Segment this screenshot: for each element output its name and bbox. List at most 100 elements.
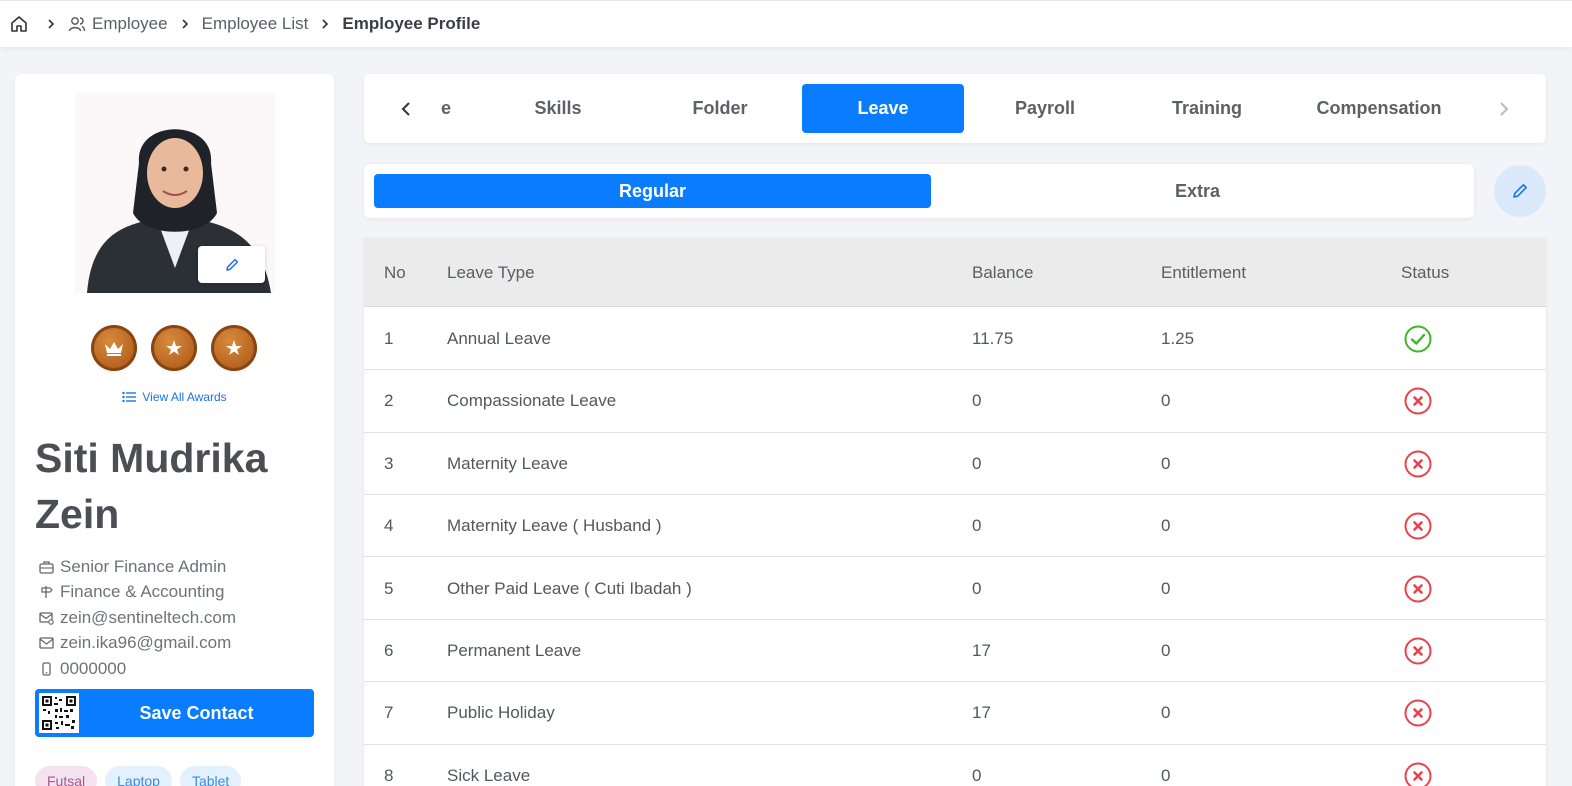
work-email-row: zein@sentineltech.com [39, 605, 236, 631]
cell-leave-type: Permanent Leave [447, 641, 582, 660]
table-row[interactable]: 8 Sick Leave 0 0 [364, 745, 1546, 786]
subtab-extra[interactable]: Extra [931, 174, 1464, 208]
job-title: Senior Finance Admin [60, 556, 227, 576]
edit-leave-button[interactable] [1494, 165, 1546, 217]
x-circle-icon [1404, 495, 1432, 557]
personal-email[interactable]: zein.ika96@gmail.com [60, 633, 231, 653]
tab-leave[interactable]: Leave [802, 84, 964, 133]
leave-table: No Leave Type Balance Entitlement Status… [364, 238, 1546, 786]
awards-list [91, 325, 257, 371]
table-row[interactable]: 1 Annual Leave 11.75 1.25 [364, 308, 1546, 371]
table-header: No Leave Type Balance Entitlement Status [364, 238, 1546, 307]
column-header-status: Status [1401, 262, 1450, 282]
mail-icon [39, 637, 54, 649]
mail-cog-icon [39, 612, 54, 625]
cell-entitlement: 0 [1161, 391, 1171, 411]
cell-balance: 17 [972, 641, 991, 660]
table-row[interactable]: 2 Compassionate Leave 0 0 [364, 370, 1546, 433]
cell-entitlement: 0 [1161, 578, 1171, 598]
column-header-leave-type: Leave Type [447, 262, 535, 282]
cell-leave-type: Compassionate Leave [447, 391, 617, 411]
pencil-icon [225, 258, 238, 271]
tabs-prev-button[interactable] [394, 97, 418, 121]
users-icon [68, 15, 86, 33]
cell-no: 6 [384, 641, 394, 660]
cell-entitlement: 0 [1161, 453, 1171, 473]
top-bar: Employee Employee List Employee Profile [0, 0, 1572, 47]
crown-icon [105, 342, 123, 356]
cell-balance: 11.75 [972, 329, 1014, 348]
cell-entitlement: 0 [1161, 641, 1171, 660]
breadcrumb: Employee Employee List Employee Profile [10, 13, 480, 35]
tab-payroll[interactable]: Payroll [964, 84, 1126, 133]
chevron-right-icon [46, 18, 56, 30]
save-contact-button[interactable]: Save Contact [35, 689, 314, 737]
subtab-regular[interactable]: Regular [374, 174, 931, 208]
cell-leave-type: Other Paid Leave ( Cuti Ibadah ) [447, 578, 692, 598]
signpost-icon [41, 586, 53, 599]
work-email[interactable]: zein@sentineltech.com [60, 608, 236, 628]
tag-chip[interactable]: Laptop [105, 766, 172, 786]
cell-no: 4 [384, 516, 394, 536]
chevron-right-icon [180, 18, 190, 30]
cell-leave-type: Public Holiday [447, 703, 555, 723]
tag-chip[interactable]: Tablet [179, 766, 242, 786]
cell-balance: 0 [972, 765, 982, 785]
tabs-next-button[interactable] [1492, 97, 1516, 121]
tab-compensation[interactable]: Compensation [1294, 84, 1464, 133]
cell-leave-type: Maternity Leave ( Husband ) [447, 516, 662, 536]
tab-folder[interactable]: Folder [640, 84, 800, 133]
department-row: Finance & Accounting [39, 580, 236, 606]
cell-balance: 0 [972, 453, 982, 473]
column-header-entitlement: Entitlement [1161, 262, 1247, 282]
job-title-row: Senior Finance Admin [39, 554, 236, 580]
view-all-awards-link[interactable]: View All Awards [15, 390, 334, 404]
employee-name: Siti Mudrika Zein [35, 435, 268, 537]
award-badge[interactable] [211, 325, 257, 371]
phone-icon [42, 662, 51, 676]
edit-photo-button[interactable] [198, 246, 265, 283]
home-icon[interactable] [10, 15, 28, 33]
cell-no: 8 [384, 765, 394, 785]
x-circle-icon [1404, 558, 1432, 620]
phone-row: 0000000 [39, 656, 236, 682]
tag-chip[interactable]: Futsal [35, 766, 98, 786]
cell-leave-type: Sick Leave [447, 765, 531, 785]
tab-skills[interactable]: Skills [478, 84, 638, 133]
x-circle-icon [1404, 433, 1432, 495]
cell-leave-type: Maternity Leave [447, 453, 568, 473]
breadcrumb-employee[interactable]: Employee [92, 14, 168, 34]
column-header-no: No [384, 262, 406, 282]
chevron-right-icon [320, 18, 330, 30]
table-row[interactable]: 5 Other Paid Leave ( Cuti Ibadah ) 0 0 [364, 558, 1546, 620]
pencil-icon [1513, 184, 1527, 198]
x-circle-icon [1404, 745, 1432, 786]
table-row[interactable]: 4 Maternity Leave ( Husband ) 0 0 [364, 495, 1546, 558]
x-circle-icon [1404, 370, 1432, 432]
tag-list: Futsal Laptop Tablet [35, 766, 242, 786]
cell-balance: 0 [972, 391, 982, 411]
cell-no: 7 [384, 703, 394, 723]
table-row[interactable]: 3 Maternity Leave 0 0 [364, 433, 1546, 496]
check-circle-icon [1404, 308, 1432, 370]
chevron-right-icon [1500, 102, 1509, 116]
table-row[interactable]: 7 Public Holiday 17 0 [364, 682, 1546, 745]
tab-training[interactable]: Training [1126, 84, 1288, 133]
tab-truncated[interactable]: e [436, 84, 456, 133]
cell-entitlement: 1.25 [1161, 329, 1195, 348]
award-badge[interactable] [91, 325, 137, 371]
view-all-awards-label: View All Awards [142, 390, 227, 404]
list-icon [122, 391, 137, 403]
cell-no: 1 [384, 329, 394, 348]
chevron-left-icon [401, 102, 410, 116]
cell-entitlement: 0 [1161, 703, 1171, 723]
phone-number[interactable]: 0000000 [60, 659, 126, 679]
breadcrumb-employee-list[interactable]: Employee List [202, 14, 309, 34]
personal-email-row: zein.ika96@gmail.com [39, 631, 236, 657]
cell-entitlement: 0 [1161, 516, 1171, 536]
award-badge[interactable] [151, 325, 197, 371]
table-row[interactable]: 6 Permanent Leave 17 0 [364, 620, 1546, 683]
breadcrumb-current: Employee Profile [342, 14, 481, 33]
save-contact-label: Save Contact [139, 702, 254, 723]
cell-no: 2 [384, 391, 394, 411]
